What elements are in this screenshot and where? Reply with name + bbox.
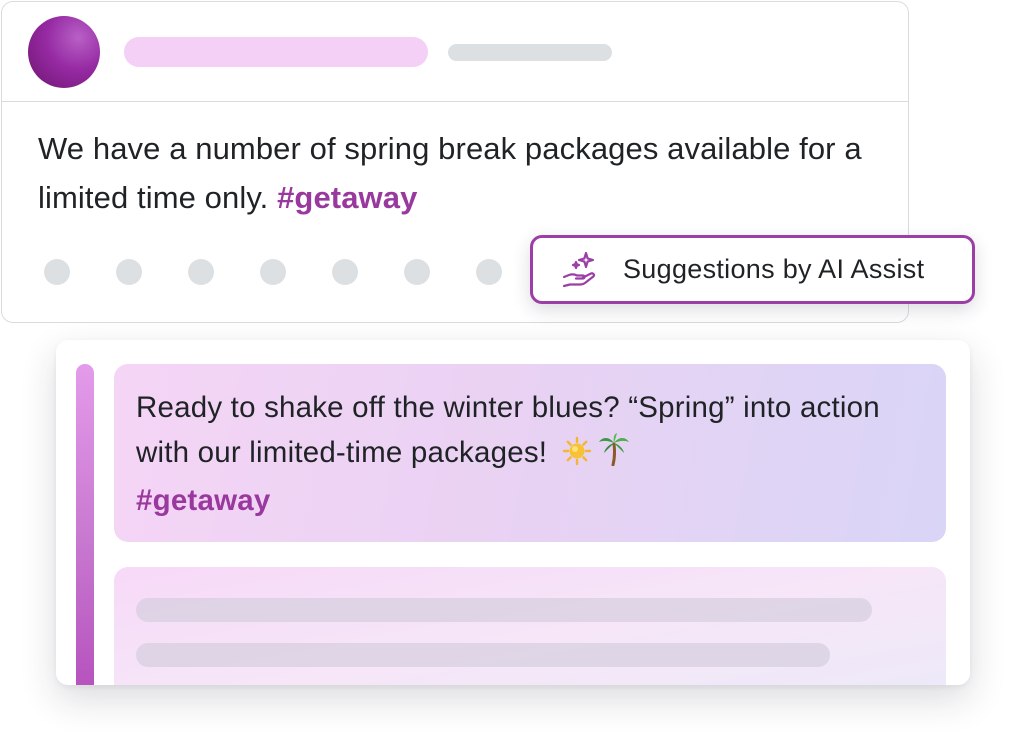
ai-assist-button[interactable]: Suggestions by AI Assist xyxy=(530,235,975,304)
suggestions-panel: Ready to shake off the winter blues? “Sp… xyxy=(56,340,970,685)
post-hashtag[interactable]: #getaway xyxy=(277,180,417,215)
post-action-placeholder[interactable] xyxy=(260,259,286,285)
suggestion-card[interactable]: Ready to shake off the winter blues? “Sp… xyxy=(114,364,946,542)
text-line-placeholder xyxy=(136,598,872,622)
avatar[interactable] xyxy=(28,16,100,88)
author-name-placeholder xyxy=(124,37,428,67)
post-action-placeholder[interactable] xyxy=(332,259,358,285)
sun-icon xyxy=(562,435,592,480)
author-handle-placeholder xyxy=(448,44,612,61)
post-action-placeholder[interactable] xyxy=(116,259,142,285)
suggestions-accent-bar xyxy=(76,364,94,685)
text-line-placeholder xyxy=(136,643,830,667)
post-action-placeholder[interactable] xyxy=(476,259,502,285)
post-action-placeholder[interactable] xyxy=(44,259,70,285)
post-body: We have a number of spring break package… xyxy=(38,124,878,222)
stage: We have a number of spring break package… xyxy=(0,0,1009,732)
suggestion-text: Ready to shake off the winter blues? “Sp… xyxy=(136,391,880,469)
palm-tree-icon xyxy=(598,432,630,480)
ai-assist-label: Suggestions by AI Assist xyxy=(623,254,925,284)
post-action-placeholder[interactable] xyxy=(188,259,214,285)
suggestion-content: Ready to shake off the winter blues? “Sp… xyxy=(136,386,916,524)
post-header xyxy=(2,2,908,102)
post-body-text: We have a number of spring break package… xyxy=(38,131,862,215)
suggestion-hashtag[interactable]: #getaway xyxy=(136,479,916,524)
suggestion-card-loading xyxy=(114,567,946,685)
post-action-bar xyxy=(44,259,502,285)
sparkle-hand-icon xyxy=(562,251,596,287)
post-action-placeholder[interactable] xyxy=(404,259,430,285)
